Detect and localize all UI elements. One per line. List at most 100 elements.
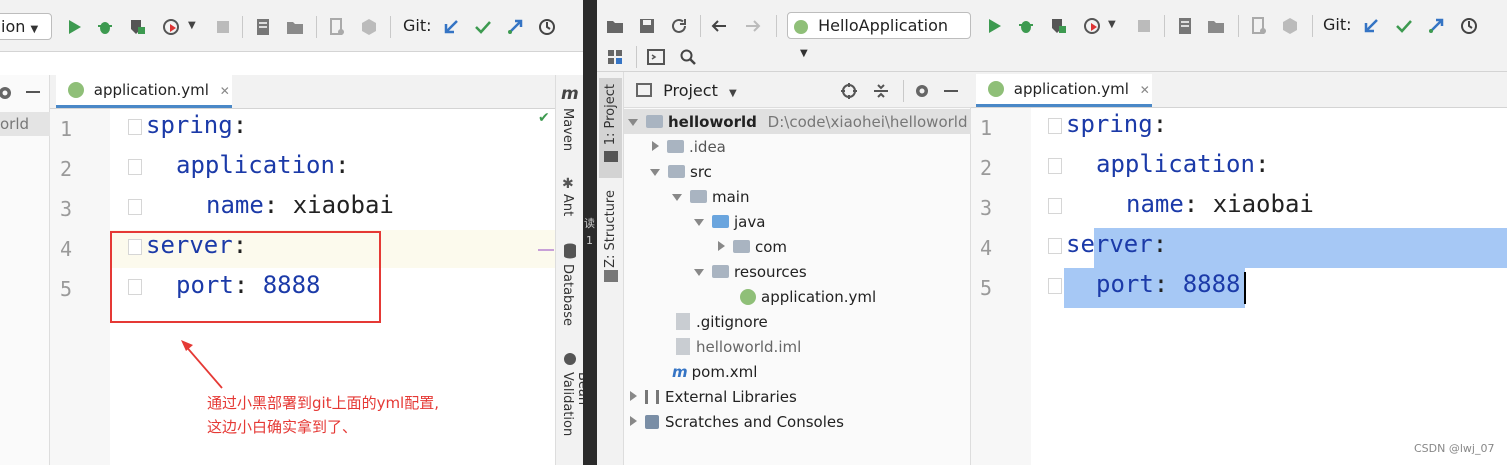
close-icon[interactable]: ✕: [220, 84, 230, 98]
git-commit-icon[interactable]: [474, 18, 492, 36]
terminal-icon[interactable]: [647, 48, 665, 66]
tree-label: com: [755, 238, 788, 256]
clock-icon[interactable]: [1460, 17, 1478, 35]
coverage-icon[interactable]: [1049, 17, 1067, 35]
left-line-number: 5: [60, 277, 73, 301]
tree-item-src[interactable]: src: [650, 161, 712, 183]
divider-text-1: 读: [584, 217, 595, 230]
device-icon[interactable]: [1250, 17, 1268, 35]
database-tool-button[interactable]: Database: [560, 264, 575, 326]
tree-label: src: [690, 163, 712, 181]
stop-icon[interactable]: [1135, 17, 1153, 35]
right-code-key: application: [1096, 150, 1255, 178]
tree-item-helloworld-iml[interactable]: helloworld.iml: [676, 336, 801, 358]
structure-view-icon[interactable]: [606, 48, 624, 66]
left-scroll-marker: [538, 249, 554, 251]
fold-marker-icon[interactable]: [1048, 278, 1062, 294]
fold-marker-icon[interactable]: [128, 119, 142, 135]
folder-icon[interactable]: [286, 18, 304, 36]
git-update-icon[interactable]: [442, 18, 460, 36]
structure-side-tab[interactable]: Z: Structure: [603, 190, 618, 268]
project-side-tab-label: 1: Project: [603, 84, 618, 146]
project-tree-fragment[interactable]: orld: [0, 112, 50, 136]
tree-item-external-libraries[interactable]: External Libraries: [628, 386, 797, 408]
sync-icon[interactable]: [670, 17, 688, 35]
tree-item-idea[interactable]: .idea: [650, 136, 726, 158]
git-push-icon[interactable]: [1427, 17, 1445, 35]
profile-icon[interactable]: [1083, 17, 1101, 35]
right-line-number: 2: [980, 156, 993, 180]
tree-item-gitignore[interactable]: .gitignore: [676, 311, 768, 333]
fold-marker-icon[interactable]: [128, 199, 142, 215]
search-icon[interactable]: [679, 48, 697, 66]
build-icon[interactable]: [254, 18, 272, 36]
project-window-icon: [636, 83, 652, 97]
tree-item-pom-xml[interactable]: m pom.xml: [672, 361, 757, 383]
forward-arrow-icon[interactable]: [744, 17, 762, 35]
sdk-icon[interactable]: [360, 18, 378, 36]
left-code-sep: :: [263, 191, 293, 219]
chevron-right-icon: [630, 391, 637, 401]
left-line-number: 4: [60, 237, 73, 261]
minimize-icon[interactable]: [26, 91, 40, 93]
minimize-icon[interactable]: [944, 90, 958, 92]
maven-tool-button[interactable]: Maven: [560, 108, 575, 151]
tree-item-java[interactable]: java: [694, 211, 765, 233]
git-update-icon[interactable]: [1362, 17, 1380, 35]
gear-icon[interactable]: [0, 84, 14, 102]
project-label: Project: [663, 81, 718, 100]
right-line-number: 4: [980, 236, 993, 260]
structure-icon: [604, 270, 618, 282]
ant-tool-button[interactable]: Ant: [560, 194, 575, 216]
run-icon[interactable]: [986, 17, 1004, 35]
coverage-icon[interactable]: [128, 18, 146, 36]
fold-marker-icon[interactable]: [128, 159, 142, 175]
back-arrow-icon[interactable]: [710, 17, 728, 35]
chevron-down-icon[interactable]: ▼: [1108, 19, 1116, 30]
git-push-icon[interactable]: [506, 18, 524, 36]
sdk-icon[interactable]: [1281, 17, 1299, 35]
left-run-config-combo[interactable]: ion ▼: [0, 13, 52, 40]
save-icon[interactable]: [638, 17, 656, 35]
tree-item-resources[interactable]: resources: [694, 261, 807, 283]
fold-marker-icon[interactable]: [1048, 118, 1062, 134]
locate-icon[interactable]: [840, 82, 858, 100]
debug-icon[interactable]: [1017, 17, 1035, 35]
right-tab-application-yml[interactable]: application.yml ✕: [976, 74, 1152, 107]
fold-marker-icon[interactable]: [1048, 158, 1062, 174]
left-tab-application-yml[interactable]: application.yml ✕: [56, 75, 232, 108]
profile-icon[interactable]: [162, 18, 180, 36]
fold-marker-icon[interactable]: [1048, 238, 1062, 254]
tree-item-main[interactable]: main: [672, 186, 749, 208]
open-folder-icon[interactable]: [606, 17, 624, 35]
fold-marker-icon[interactable]: [1048, 198, 1062, 214]
tree-item-application-yml[interactable]: application.yml: [740, 286, 876, 308]
close-icon[interactable]: ✕: [1140, 83, 1150, 97]
spring-leaf-icon: [794, 20, 808, 34]
chevron-down-icon[interactable]: ▼: [188, 20, 196, 31]
chevron-down-icon: [650, 169, 660, 176]
left-code-key: spring: [146, 111, 233, 139]
clock-icon[interactable]: [538, 18, 556, 36]
gear-icon[interactable]: [913, 82, 931, 100]
tree-label: External Libraries: [665, 388, 797, 406]
check-icon: ✔: [538, 110, 550, 126]
project-view-selector[interactable]: Project ▼: [636, 81, 737, 100]
stop-icon[interactable]: [214, 18, 232, 36]
collapse-all-icon[interactable]: [872, 82, 890, 100]
run-icon[interactable]: [66, 18, 84, 36]
tree-item-scratches[interactable]: Scratches and Consoles: [628, 411, 844, 433]
right-code-line: spring:: [1066, 110, 1167, 138]
debug-icon[interactable]: [96, 18, 114, 36]
git-commit-icon[interactable]: [1395, 17, 1413, 35]
toolbar-separator: [636, 46, 637, 68]
folder-icon[interactable]: [1207, 17, 1225, 35]
device-icon[interactable]: [328, 18, 346, 36]
spring-leaf-icon: [740, 289, 756, 305]
tree-item-com[interactable]: com: [716, 236, 787, 258]
resources-folder-icon: [712, 265, 729, 278]
tree-item-helloworld[interactable]: helloworld D:\code\xiaohei\helloworld: [628, 111, 967, 133]
build-icon[interactable]: [1176, 17, 1194, 35]
tree-label: pom.xml: [691, 363, 758, 381]
right-run-config-combo[interactable]: HelloApplication ▼: [787, 12, 971, 59]
